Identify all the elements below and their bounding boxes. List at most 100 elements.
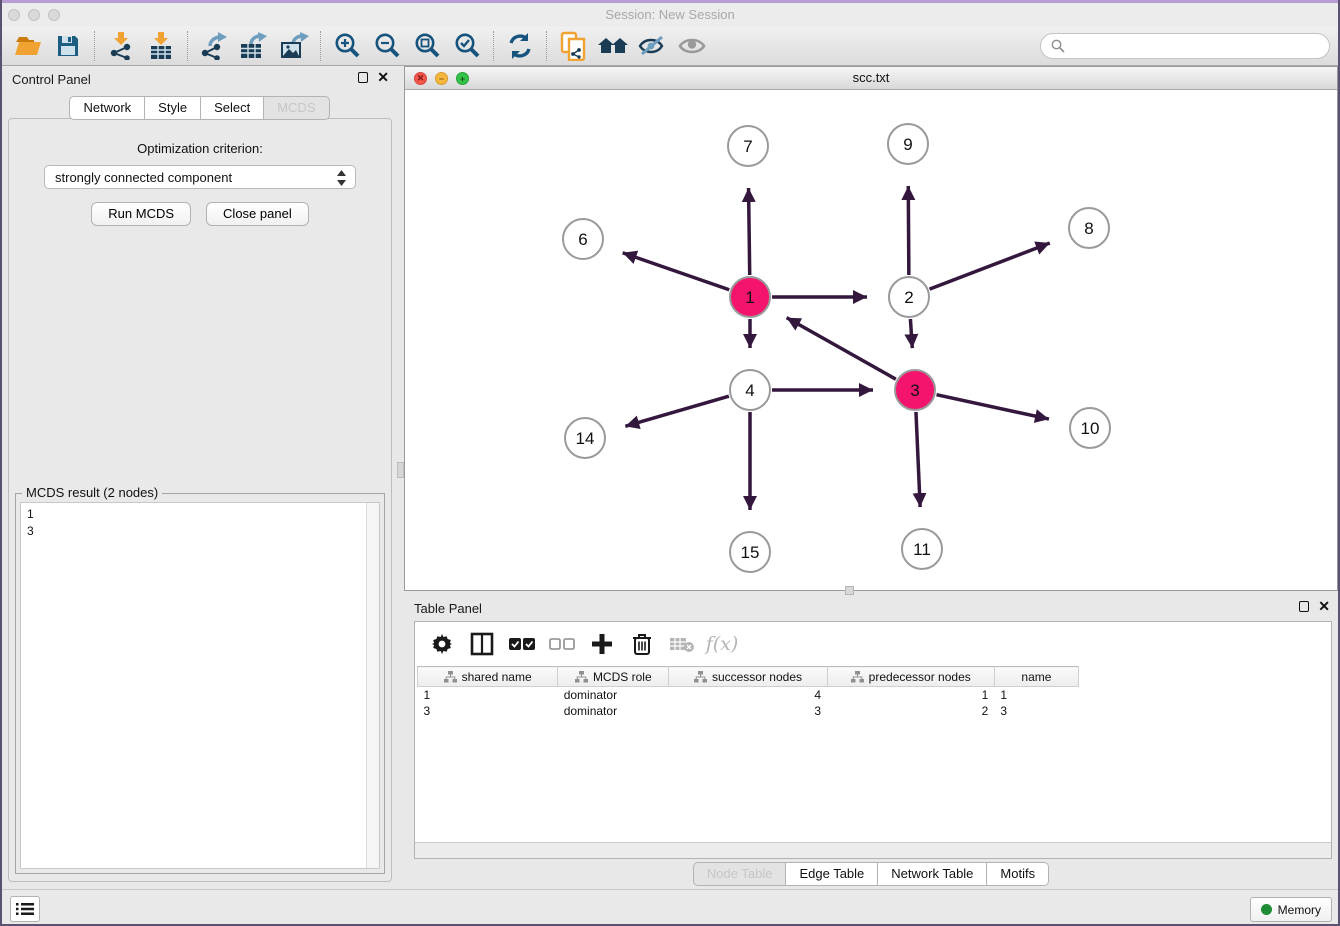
network-window-titlebar[interactable]: ✕ − + scc.txt bbox=[405, 67, 1337, 90]
cell-predecessor-nodes[interactable]: 1 bbox=[827, 687, 994, 703]
network-graph[interactable]: 7968124314101511 bbox=[405, 90, 1337, 590]
cell-successor-nodes[interactable]: 4 bbox=[669, 687, 827, 703]
table-row[interactable]: 1 dominator 4 1 1 bbox=[418, 687, 1079, 703]
graph-node-label-9: 9 bbox=[903, 135, 912, 154]
close-panel-icon[interactable]: ✕ bbox=[377, 72, 389, 83]
window-top-accent bbox=[0, 0, 1340, 3]
graph-edge-3-11[interactable] bbox=[916, 412, 920, 507]
open-session-button[interactable] bbox=[8, 29, 48, 63]
panel-splitter-handle[interactable] bbox=[397, 462, 404, 478]
export-network-icon bbox=[200, 32, 228, 60]
control-panel-tabs: Network Style Select MCDS bbox=[2, 96, 397, 120]
float-panel-icon[interactable] bbox=[358, 72, 368, 83]
export-table-button[interactable] bbox=[234, 29, 274, 63]
memory-button[interactable]: Memory bbox=[1250, 897, 1332, 922]
zoom-selected-button[interactable] bbox=[447, 29, 487, 63]
equation-builder-button[interactable]: f(x) bbox=[709, 631, 735, 657]
export-network-button[interactable] bbox=[194, 29, 234, 63]
criterion-dropdown[interactable]: strongly connected component bbox=[44, 165, 356, 189]
tab-network[interactable]: Network bbox=[69, 96, 145, 120]
graph-edge-4-14[interactable] bbox=[625, 396, 729, 426]
list-icon bbox=[16, 902, 34, 916]
result-scrollbar[interactable] bbox=[366, 503, 379, 868]
tab-motifs[interactable]: Motifs bbox=[987, 862, 1049, 886]
cell-successor-nodes[interactable]: 3 bbox=[669, 703, 827, 719]
graph-edge-1-7[interactable] bbox=[749, 188, 750, 275]
hierarchy-icon bbox=[575, 671, 588, 683]
import-network-button[interactable] bbox=[101, 29, 141, 63]
graph-edge-1-6[interactable] bbox=[623, 253, 730, 290]
cell-mcds-role[interactable]: dominator bbox=[558, 703, 669, 719]
graph-node-label-1: 1 bbox=[745, 288, 754, 307]
import-table-button[interactable] bbox=[141, 29, 181, 63]
split-panes-button[interactable] bbox=[469, 631, 495, 657]
graph-edge-2-8[interactable] bbox=[930, 243, 1050, 289]
graph-node-label-14: 14 bbox=[576, 429, 595, 448]
save-icon bbox=[56, 34, 80, 58]
import-table-icon bbox=[148, 32, 174, 60]
table-row[interactable]: 3 dominator 3 2 3 bbox=[418, 703, 1079, 719]
node-table-header-row: shared name MCDS role successor nodes pr… bbox=[418, 667, 1079, 687]
column-header-predecessor-nodes[interactable]: predecessor nodes bbox=[827, 667, 994, 687]
export-image-button[interactable] bbox=[274, 29, 314, 63]
refresh-button[interactable] bbox=[500, 29, 540, 63]
run-mcds-button[interactable]: Run MCDS bbox=[91, 202, 191, 226]
cell-name[interactable]: 3 bbox=[994, 703, 1078, 719]
table-settings-button[interactable] bbox=[429, 631, 455, 657]
close-panel-button[interactable]: Close panel bbox=[206, 202, 309, 226]
hide-selected-button[interactable] bbox=[633, 29, 673, 63]
network-resize-handle[interactable] bbox=[845, 586, 854, 595]
search-input[interactable] bbox=[1071, 39, 1319, 54]
column-header-mcds-role[interactable]: MCDS role bbox=[558, 667, 669, 687]
column-header-successor-nodes[interactable]: successor nodes bbox=[669, 667, 827, 687]
graph-edge-3-1[interactable] bbox=[787, 318, 896, 380]
tab-select[interactable]: Select bbox=[201, 96, 264, 120]
select-all-columns-button[interactable] bbox=[509, 631, 535, 657]
zoom-fit-button[interactable] bbox=[407, 29, 447, 63]
eye-slash-icon bbox=[638, 34, 668, 58]
graph-edge-2-3[interactable] bbox=[910, 319, 912, 348]
close-table-panel-icon[interactable]: ✕ bbox=[1318, 601, 1330, 612]
eye-icon bbox=[678, 34, 708, 58]
tab-network-table[interactable]: Network Table bbox=[878, 862, 987, 886]
save-session-button[interactable] bbox=[48, 29, 88, 63]
mcds-result-text[interactable]: 1 3 bbox=[20, 502, 380, 869]
cell-predecessor-nodes[interactable]: 2 bbox=[827, 703, 994, 719]
network-window-title: scc.txt bbox=[405, 70, 1337, 85]
float-table-panel-icon[interactable] bbox=[1299, 601, 1309, 612]
show-all-button[interactable] bbox=[673, 29, 713, 63]
tab-style[interactable]: Style bbox=[145, 96, 201, 120]
cell-mcds-role[interactable]: dominator bbox=[558, 687, 669, 703]
export-table-icon bbox=[239, 32, 269, 60]
graph-node-label-2: 2 bbox=[904, 288, 913, 307]
zoom-in-button[interactable] bbox=[327, 29, 367, 63]
table-panel: Table Panel ✕ bbox=[404, 595, 1338, 889]
task-history-button[interactable] bbox=[10, 896, 40, 922]
deselect-all-columns-button[interactable] bbox=[549, 631, 575, 657]
cell-name[interactable]: 1 bbox=[994, 687, 1078, 703]
graph-node-label-4: 4 bbox=[745, 381, 754, 400]
network-canvas[interactable]: 7968124314101511 bbox=[405, 90, 1337, 590]
graph-edge-2-9[interactable] bbox=[908, 186, 909, 275]
table-panel-header: Table Panel ✕ bbox=[404, 595, 1338, 621]
control-panel-header: Control Panel ✕ bbox=[2, 66, 397, 92]
tab-mcds[interactable]: MCDS bbox=[264, 96, 329, 120]
column-header-shared-name[interactable]: shared name bbox=[418, 667, 558, 687]
add-column-button[interactable] bbox=[589, 631, 615, 657]
tab-node-table[interactable]: Node Table bbox=[693, 862, 787, 886]
table-horizontal-scrollbar[interactable] bbox=[415, 842, 1331, 858]
zoom-out-button[interactable] bbox=[367, 29, 407, 63]
cell-shared-name[interactable]: 3 bbox=[418, 703, 558, 719]
function-icon: f(x) bbox=[706, 633, 739, 655]
first-neighbors-button[interactable] bbox=[593, 29, 633, 63]
new-network-from-selection-button[interactable] bbox=[553, 29, 593, 63]
graph-edge-3-10[interactable] bbox=[936, 395, 1048, 419]
column-header-name[interactable]: name bbox=[994, 667, 1078, 687]
search-box[interactable] bbox=[1040, 33, 1330, 59]
cell-shared-name[interactable]: 1 bbox=[418, 687, 558, 703]
tab-edge-table[interactable]: Edge Table bbox=[786, 862, 878, 886]
delete-column-button[interactable] bbox=[629, 631, 655, 657]
delete-table-button[interactable] bbox=[669, 631, 695, 657]
app-title: Session: New Session bbox=[0, 7, 1340, 22]
node-table[interactable]: shared name MCDS role successor nodes pr… bbox=[417, 666, 1079, 719]
